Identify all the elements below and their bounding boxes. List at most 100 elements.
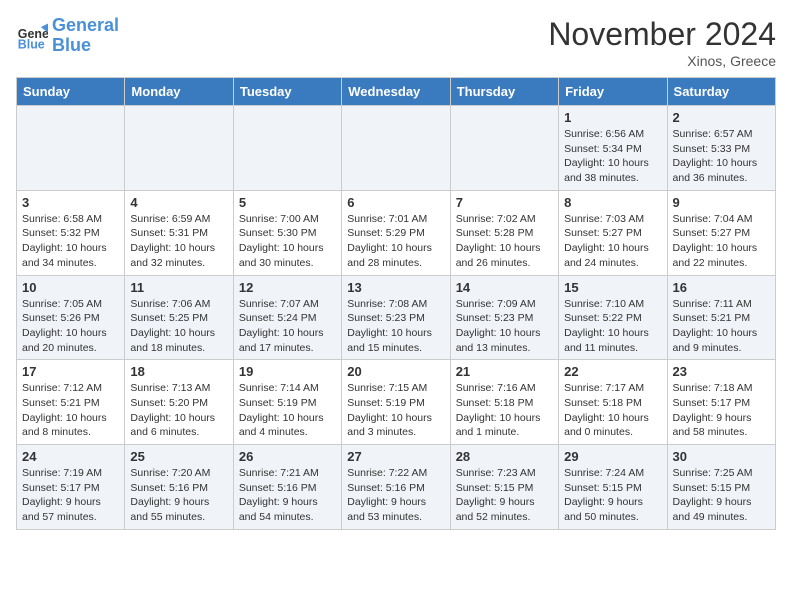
day-info: Sunrise: 7:11 AM Sunset: 5:21 PM Dayligh…: [673, 297, 770, 356]
page-header: General Blue GeneralBlue November 2024 X…: [16, 16, 776, 69]
calendar-cell: 26Sunrise: 7:21 AM Sunset: 5:16 PM Dayli…: [233, 445, 341, 530]
day-info: Sunrise: 7:24 AM Sunset: 5:15 PM Dayligh…: [564, 466, 661, 525]
calendar-cell: 15 Sunrise: 7:10 AM Sunset: 5:22 PM Dayli…: [559, 275, 667, 360]
calendar-cell: 8 Sunrise: 7:03 AM Sunset: 5:27 PM Daylig…: [559, 190, 667, 275]
day-info: Sunrise: 7:05 AM Sunset: 5:26 PM Dayligh…: [22, 297, 119, 356]
calendar-cell: [17, 106, 125, 191]
calendar-body: 1Sunrise: 6:56 AM Sunset: 5:34 PM Daylig…: [17, 106, 776, 530]
day-info: Sunrise: 7:02 AM Sunset: 5:28 PM Dayligh…: [456, 212, 553, 271]
day-info: Sunrise: 7:22 AM Sunset: 5:16 PM Dayligh…: [347, 466, 444, 525]
day-number: 5: [239, 195, 336, 210]
day-info: Sunrise: 6:57 AM Sunset: 5:33 PM Dayligh…: [673, 127, 770, 186]
calendar-week-row: 24 Sunrise: 7:19 AM Sunset: 5:17 PM Dayli…: [17, 445, 776, 530]
calendar-cell: 20 Sunrise: 7:15 AM Sunset: 5:19 PM Dayli…: [342, 360, 450, 445]
day-number: 30: [673, 449, 770, 464]
calendar-cell: 25 Sunrise: 7:20 AM Sunset: 5:16 PM Dayli…: [125, 445, 233, 530]
day-number: 24: [22, 449, 119, 464]
day-info: Sunrise: 7:15 AM Sunset: 5:19 PM Dayligh…: [347, 381, 444, 440]
calendar-cell: 22 Sunrise: 7:17 AM Sunset: 5:18 PM Dayli…: [559, 360, 667, 445]
day-number: 8: [564, 195, 661, 210]
day-number: 2: [673, 110, 770, 125]
day-number: 17: [22, 364, 119, 379]
weekday-header-friday: Friday: [559, 78, 667, 106]
day-info: Sunrise: 7:20 AM Sunset: 5:16 PM Dayligh…: [130, 466, 227, 525]
calendar-cell: 19Sunrise: 7:14 AM Sunset: 5:19 PM Dayli…: [233, 360, 341, 445]
month-title: November 2024: [548, 16, 776, 53]
calendar-cell: 4 Sunrise: 6:59 AM Sunset: 5:31 PM Daylig…: [125, 190, 233, 275]
day-info: Sunrise: 7:00 AM Sunset: 5:30 PM Dayligh…: [239, 212, 336, 271]
calendar-cell: 2 Sunrise: 6:57 AM Sunset: 5:33 PM Daylig…: [667, 106, 775, 191]
calendar-cell: 17 Sunrise: 7:12 AM Sunset: 5:21 PM Dayli…: [17, 360, 125, 445]
day-number: 3: [22, 195, 119, 210]
calendar-cell: 24 Sunrise: 7:19 AM Sunset: 5:17 PM Dayli…: [17, 445, 125, 530]
day-info: Sunrise: 7:09 AM Sunset: 5:23 PM Dayligh…: [456, 297, 553, 356]
day-info: Sunrise: 7:21 AM Sunset: 5:16 PM Dayligh…: [239, 466, 336, 525]
weekday-header-saturday: Saturday: [667, 78, 775, 106]
day-number: 27: [347, 449, 444, 464]
day-info: Sunrise: 7:12 AM Sunset: 5:21 PM Dayligh…: [22, 381, 119, 440]
day-info: Sunrise: 7:18 AM Sunset: 5:17 PM Dayligh…: [673, 381, 770, 440]
calendar-cell: 16 Sunrise: 7:11 AM Sunset: 5:21 PM Dayli…: [667, 275, 775, 360]
logo-text: GeneralBlue: [52, 16, 119, 56]
calendar-cell: 28 Sunrise: 7:23 AM Sunset: 5:15 PM Dayli…: [450, 445, 558, 530]
logo-icon: General Blue: [16, 20, 48, 52]
day-info: Sunrise: 7:23 AM Sunset: 5:15 PM Dayligh…: [456, 466, 553, 525]
weekday-header-sunday: Sunday: [17, 78, 125, 106]
day-number: 7: [456, 195, 553, 210]
day-info: Sunrise: 7:25 AM Sunset: 5:15 PM Dayligh…: [673, 466, 770, 525]
calendar-week-row: 3 Sunrise: 6:58 AM Sunset: 5:32 PM Daylig…: [17, 190, 776, 275]
day-number: 15: [564, 280, 661, 295]
day-number: 22: [564, 364, 661, 379]
day-info: Sunrise: 6:59 AM Sunset: 5:31 PM Dayligh…: [130, 212, 227, 271]
calendar-cell: 12 Sunrise: 7:07 AM Sunset: 5:24 PM Dayli…: [233, 275, 341, 360]
day-info: Sunrise: 7:08 AM Sunset: 5:23 PM Dayligh…: [347, 297, 444, 356]
calendar-cell: [233, 106, 341, 191]
calendar-cell: 13Sunrise: 7:08 AM Sunset: 5:23 PM Dayli…: [342, 275, 450, 360]
location: Xinos, Greece: [548, 53, 776, 69]
day-number: 14: [456, 280, 553, 295]
logo: General Blue GeneralBlue: [16, 16, 119, 56]
day-info: Sunrise: 7:06 AM Sunset: 5:25 PM Dayligh…: [130, 297, 227, 356]
day-number: 28: [456, 449, 553, 464]
day-info: Sunrise: 7:16 AM Sunset: 5:18 PM Dayligh…: [456, 381, 553, 440]
day-info: Sunrise: 7:03 AM Sunset: 5:27 PM Dayligh…: [564, 212, 661, 271]
day-info: Sunrise: 7:01 AM Sunset: 5:29 PM Dayligh…: [347, 212, 444, 271]
calendar-week-row: 1Sunrise: 6:56 AM Sunset: 5:34 PM Daylig…: [17, 106, 776, 191]
day-number: 20: [347, 364, 444, 379]
day-info: Sunrise: 6:56 AM Sunset: 5:34 PM Dayligh…: [564, 127, 661, 186]
day-info: Sunrise: 6:58 AM Sunset: 5:32 PM Dayligh…: [22, 212, 119, 271]
calendar-cell: 3 Sunrise: 6:58 AM Sunset: 5:32 PM Daylig…: [17, 190, 125, 275]
calendar-cell: 1Sunrise: 6:56 AM Sunset: 5:34 PM Daylig…: [559, 106, 667, 191]
day-info: Sunrise: 7:19 AM Sunset: 5:17 PM Dayligh…: [22, 466, 119, 525]
day-number: 16: [673, 280, 770, 295]
day-info: Sunrise: 7:10 AM Sunset: 5:22 PM Dayligh…: [564, 297, 661, 356]
day-number: 12: [239, 280, 336, 295]
day-number: 25: [130, 449, 227, 464]
day-number: 23: [673, 364, 770, 379]
calendar-week-row: 10 Sunrise: 7:05 AM Sunset: 5:26 PM Dayli…: [17, 275, 776, 360]
day-number: 10: [22, 280, 119, 295]
title-block: November 2024 Xinos, Greece: [548, 16, 776, 69]
calendar-cell: 10 Sunrise: 7:05 AM Sunset: 5:26 PM Dayli…: [17, 275, 125, 360]
day-number: 9: [673, 195, 770, 210]
calendar-cell: [342, 106, 450, 191]
calendar-cell: 21Sunrise: 7:16 AM Sunset: 5:18 PM Dayli…: [450, 360, 558, 445]
calendar-cell: 18Sunrise: 7:13 AM Sunset: 5:20 PM Dayli…: [125, 360, 233, 445]
calendar-cell: 29Sunrise: 7:24 AM Sunset: 5:15 PM Dayli…: [559, 445, 667, 530]
day-number: 4: [130, 195, 227, 210]
day-info: Sunrise: 7:17 AM Sunset: 5:18 PM Dayligh…: [564, 381, 661, 440]
weekday-header-thursday: Thursday: [450, 78, 558, 106]
svg-text:Blue: Blue: [18, 37, 45, 51]
calendar-table: SundayMondayTuesdayWednesdayThursdayFrid…: [16, 77, 776, 530]
day-number: 6: [347, 195, 444, 210]
calendar-cell: [450, 106, 558, 191]
day-number: 19: [239, 364, 336, 379]
day-info: Sunrise: 7:07 AM Sunset: 5:24 PM Dayligh…: [239, 297, 336, 356]
calendar-cell: 7 Sunrise: 7:02 AM Sunset: 5:28 PM Daylig…: [450, 190, 558, 275]
day-info: Sunrise: 7:04 AM Sunset: 5:27 PM Dayligh…: [673, 212, 770, 271]
day-number: 18: [130, 364, 227, 379]
weekday-header-monday: Monday: [125, 78, 233, 106]
calendar-cell: 9 Sunrise: 7:04 AM Sunset: 5:27 PM Daylig…: [667, 190, 775, 275]
calendar-cell: 30 Sunrise: 7:25 AM Sunset: 5:15 PM Dayli…: [667, 445, 775, 530]
day-number: 11: [130, 280, 227, 295]
